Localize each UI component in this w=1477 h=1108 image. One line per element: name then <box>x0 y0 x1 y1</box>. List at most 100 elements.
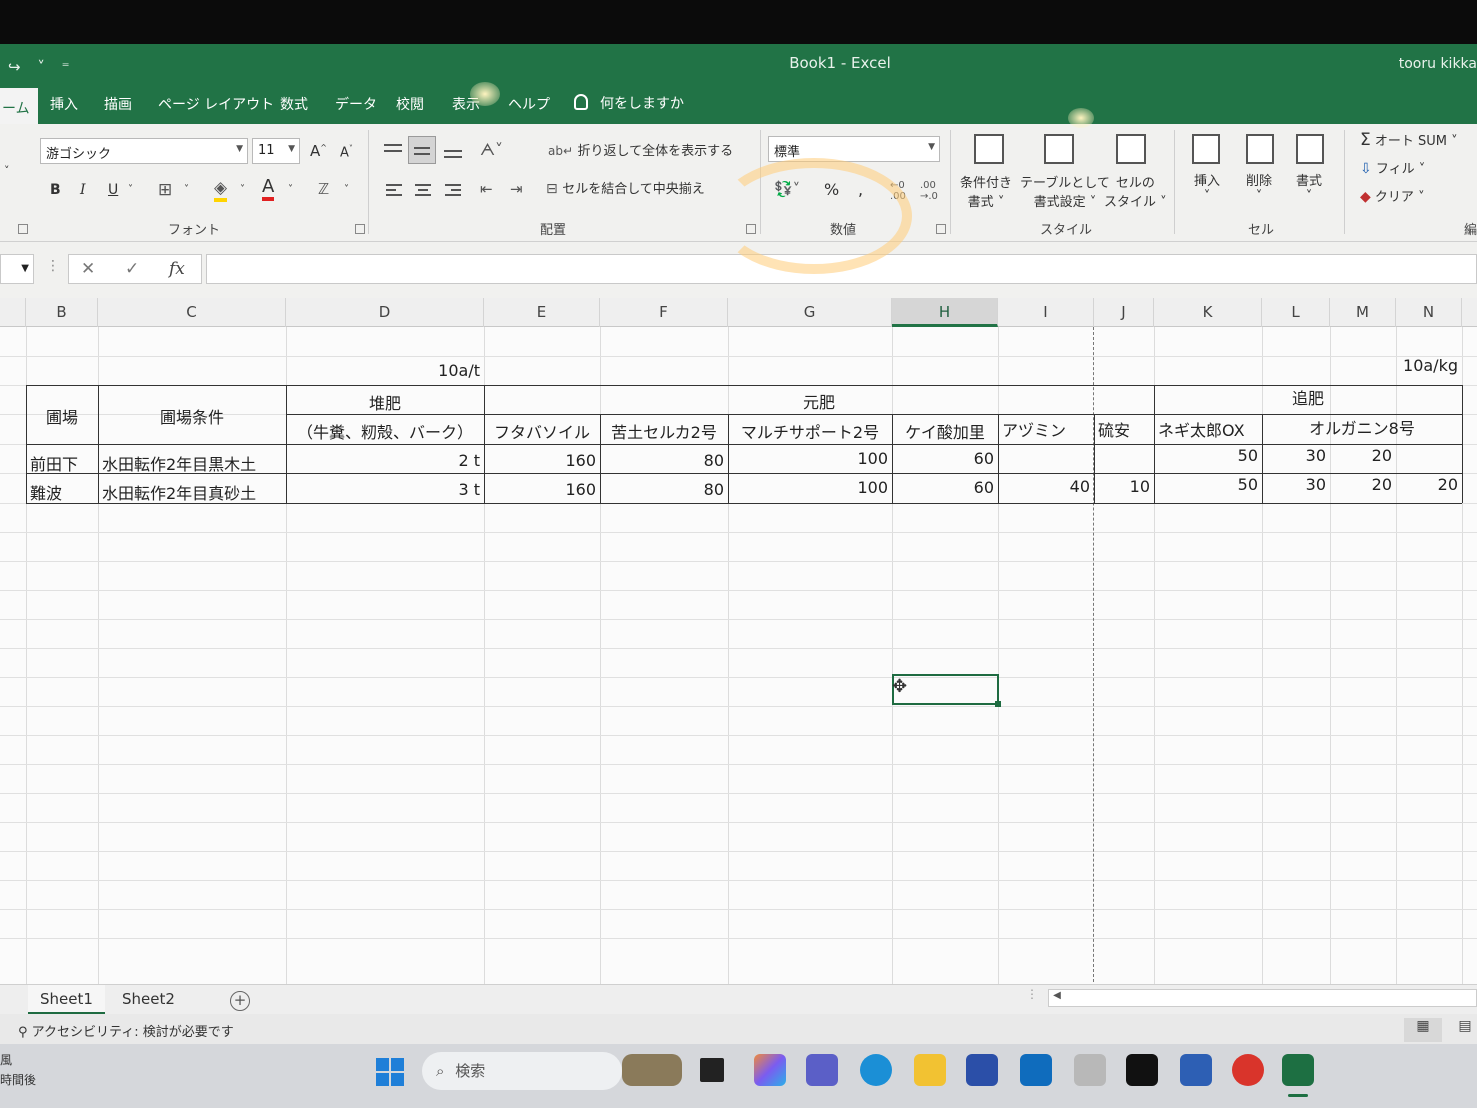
taskbar-search[interactable]: ⌕ 検索 <box>422 1052 622 1090</box>
column-header[interactable]: L <box>1262 298 1330 327</box>
chevron-down-icon[interactable]: ˅ <box>184 184 189 195</box>
active-cell[interactable] <box>892 674 999 705</box>
header-top-dressing[interactable]: 追肥 <box>1154 385 1462 409</box>
column-header[interactable]: M <box>1330 298 1396 327</box>
table-cell[interactable]: 20 <box>1396 475 1462 494</box>
sheet-tab[interactable]: Sheet2 <box>110 985 187 1014</box>
table-cell[interactable]: 100 <box>728 478 892 497</box>
store-icon[interactable] <box>966 1054 998 1086</box>
unit-label-right[interactable]: 10a/kg <box>1396 356 1462 375</box>
phonetic-icon[interactable]: ℤ <box>318 180 329 198</box>
table-cell[interactable]: 30 <box>1262 475 1330 494</box>
media-player-icon[interactable] <box>1126 1054 1158 1086</box>
header-futaba[interactable]: フタバソイル <box>484 419 600 443</box>
decrease-decimal-icon[interactable]: .00 →.0 <box>920 180 938 202</box>
wrap-text-button[interactable]: ab↵ 折り返して全体を表示する <box>548 140 733 159</box>
font-name-combo[interactable]: 游ゴシック ▼ <box>40 138 248 164</box>
italic-button[interactable]: I <box>80 182 86 198</box>
clear-button[interactable]: ◆ クリア ˅ <box>1360 186 1425 205</box>
chevron-down-icon[interactable]: ˅ <box>128 184 133 195</box>
fill-color-icon[interactable]: ◈ <box>214 178 228 202</box>
add-sheet-button[interactable]: + <box>230 991 250 1011</box>
table-cell[interactable]: 水田転作2年目真砂土 <box>98 480 286 504</box>
cancel-icon[interactable]: ✕ <box>81 259 95 279</box>
windows-start-icon[interactable] <box>376 1058 404 1086</box>
column-header[interactable]: D <box>286 298 484 327</box>
column-header[interactable]: J <box>1094 298 1154 327</box>
font-color-button[interactable]: A <box>262 176 275 201</box>
table-cell[interactable]: 水田転作2年目黒木土 <box>98 451 286 475</box>
table-cell[interactable]: 3 t <box>286 480 484 499</box>
teams-icon[interactable] <box>806 1054 838 1086</box>
quick-access-toolbar[interactable]: ↪ ˅ ⁼ <box>8 58 76 76</box>
column-header[interactable]: C <box>98 298 286 327</box>
table-cell[interactable]: 100 <box>728 449 892 468</box>
name-box[interactable]: ▼ <box>0 254 34 284</box>
splitter-icon[interactable]: ⋮ <box>1026 987 1038 1001</box>
header-compost-sub[interactable]: （牛糞、籾殻、バーク） <box>286 419 484 443</box>
format-as-table-icon[interactable] <box>1044 134 1074 164</box>
column-header[interactable]: F <box>600 298 728 327</box>
table-cell[interactable]: 20 <box>1330 475 1396 494</box>
header-ryuan[interactable]: 硫安 <box>1094 417 1154 441</box>
table-cell[interactable]: 2 t <box>286 451 484 470</box>
tab-home[interactable]: ーム <box>0 88 38 124</box>
tab-help[interactable]: ヘルプ <box>508 94 550 114</box>
column-header[interactable]: G <box>728 298 892 327</box>
column-header[interactable]: N <box>1396 298 1462 327</box>
page-layout-view-icon[interactable]: ▤ <box>1452 1018 1477 1042</box>
search-highlight-icon[interactable] <box>622 1054 682 1086</box>
format-cells-button[interactable]: 書式 ˅ <box>1296 170 1322 204</box>
header-organin[interactable]: オルガニン8号 <box>1262 415 1462 439</box>
tab-page-layout[interactable]: ページ レイアウト <box>158 94 274 114</box>
column-header-a-partial[interactable] <box>0 298 26 327</box>
merge-center-button[interactable]: ⊟ セルを結合して中央揃え <box>546 178 705 197</box>
tab-formulas[interactable]: 数式 <box>280 94 308 114</box>
font-size-combo[interactable]: 11 ▼ <box>252 138 300 164</box>
header-condition[interactable]: 圃場条件 <box>98 404 286 428</box>
table-cell[interactable]: 難波 <box>26 480 98 504</box>
table-cell[interactable]: 160 <box>484 480 600 499</box>
fill-handle[interactable] <box>995 701 1001 707</box>
orientation-icon[interactable]: ᗅ˅ <box>480 140 503 160</box>
table-cell[interactable]: 80 <box>600 480 728 499</box>
tell-me-search[interactable]: 何をしますか <box>574 93 684 113</box>
chevron-down-icon[interactable]: ˅ <box>288 184 293 195</box>
header-multi[interactable]: マルチサポート2号 <box>728 419 892 443</box>
delete-cells-icon[interactable] <box>1246 134 1274 164</box>
enter-icon[interactable]: ✓ <box>125 259 139 279</box>
chevron-down-icon[interactable]: ˅ <box>4 164 10 177</box>
copilot-icon[interactable] <box>754 1054 786 1086</box>
fill-button[interactable]: ⇩ フィル ˅ <box>1360 158 1425 177</box>
table-cell[interactable]: 80 <box>600 451 728 470</box>
cell-styles-icon[interactable] <box>1116 134 1146 164</box>
shrink-font-button[interactable]: A˅ <box>340 144 353 160</box>
decrease-indent-icon[interactable]: ⇤ <box>480 180 493 198</box>
file-explorer-icon[interactable] <box>914 1054 946 1086</box>
table-cell[interactable]: 60 <box>892 478 998 497</box>
delete-cells-button[interactable]: 削除 ˅ <box>1246 170 1272 204</box>
app-icon[interactable] <box>1180 1054 1212 1086</box>
increase-indent-icon[interactable]: ⇥ <box>510 180 523 198</box>
header-azumin[interactable]: アヅミン <box>998 417 1094 441</box>
dialog-launcher-icon[interactable] <box>355 224 365 234</box>
outlook-icon[interactable] <box>1020 1054 1052 1086</box>
tab-draw[interactable]: 描画 <box>104 94 132 114</box>
table-cell[interactable]: 50 <box>1154 446 1262 465</box>
settings-app-icon[interactable] <box>1074 1054 1106 1086</box>
number-format-combo[interactable]: 標準 ▼ <box>768 136 940 162</box>
column-header-selected[interactable]: H <box>892 298 998 327</box>
excel-icon[interactable] <box>1282 1054 1314 1086</box>
horizontal-scrollbar[interactable]: ◀ <box>1048 989 1477 1007</box>
align-middle-icon[interactable] <box>408 136 436 164</box>
bold-button[interactable]: B <box>50 182 61 198</box>
header-kudo[interactable]: 苦土セルカ2号 <box>600 419 728 443</box>
table-cell[interactable]: 20 <box>1330 446 1396 465</box>
sheet-tab[interactable]: Sheet1 <box>28 985 105 1014</box>
autosum-button[interactable]: Σ オート SUM ˅ <box>1360 130 1458 150</box>
table-cell[interactable]: 60 <box>892 449 998 468</box>
column-header[interactable]: B <box>26 298 98 327</box>
underline-button[interactable]: U <box>108 182 118 198</box>
cell-styles-button[interactable]: セルの スタイル ˅ <box>1104 172 1167 210</box>
table-cell[interactable]: 40 <box>998 477 1094 496</box>
